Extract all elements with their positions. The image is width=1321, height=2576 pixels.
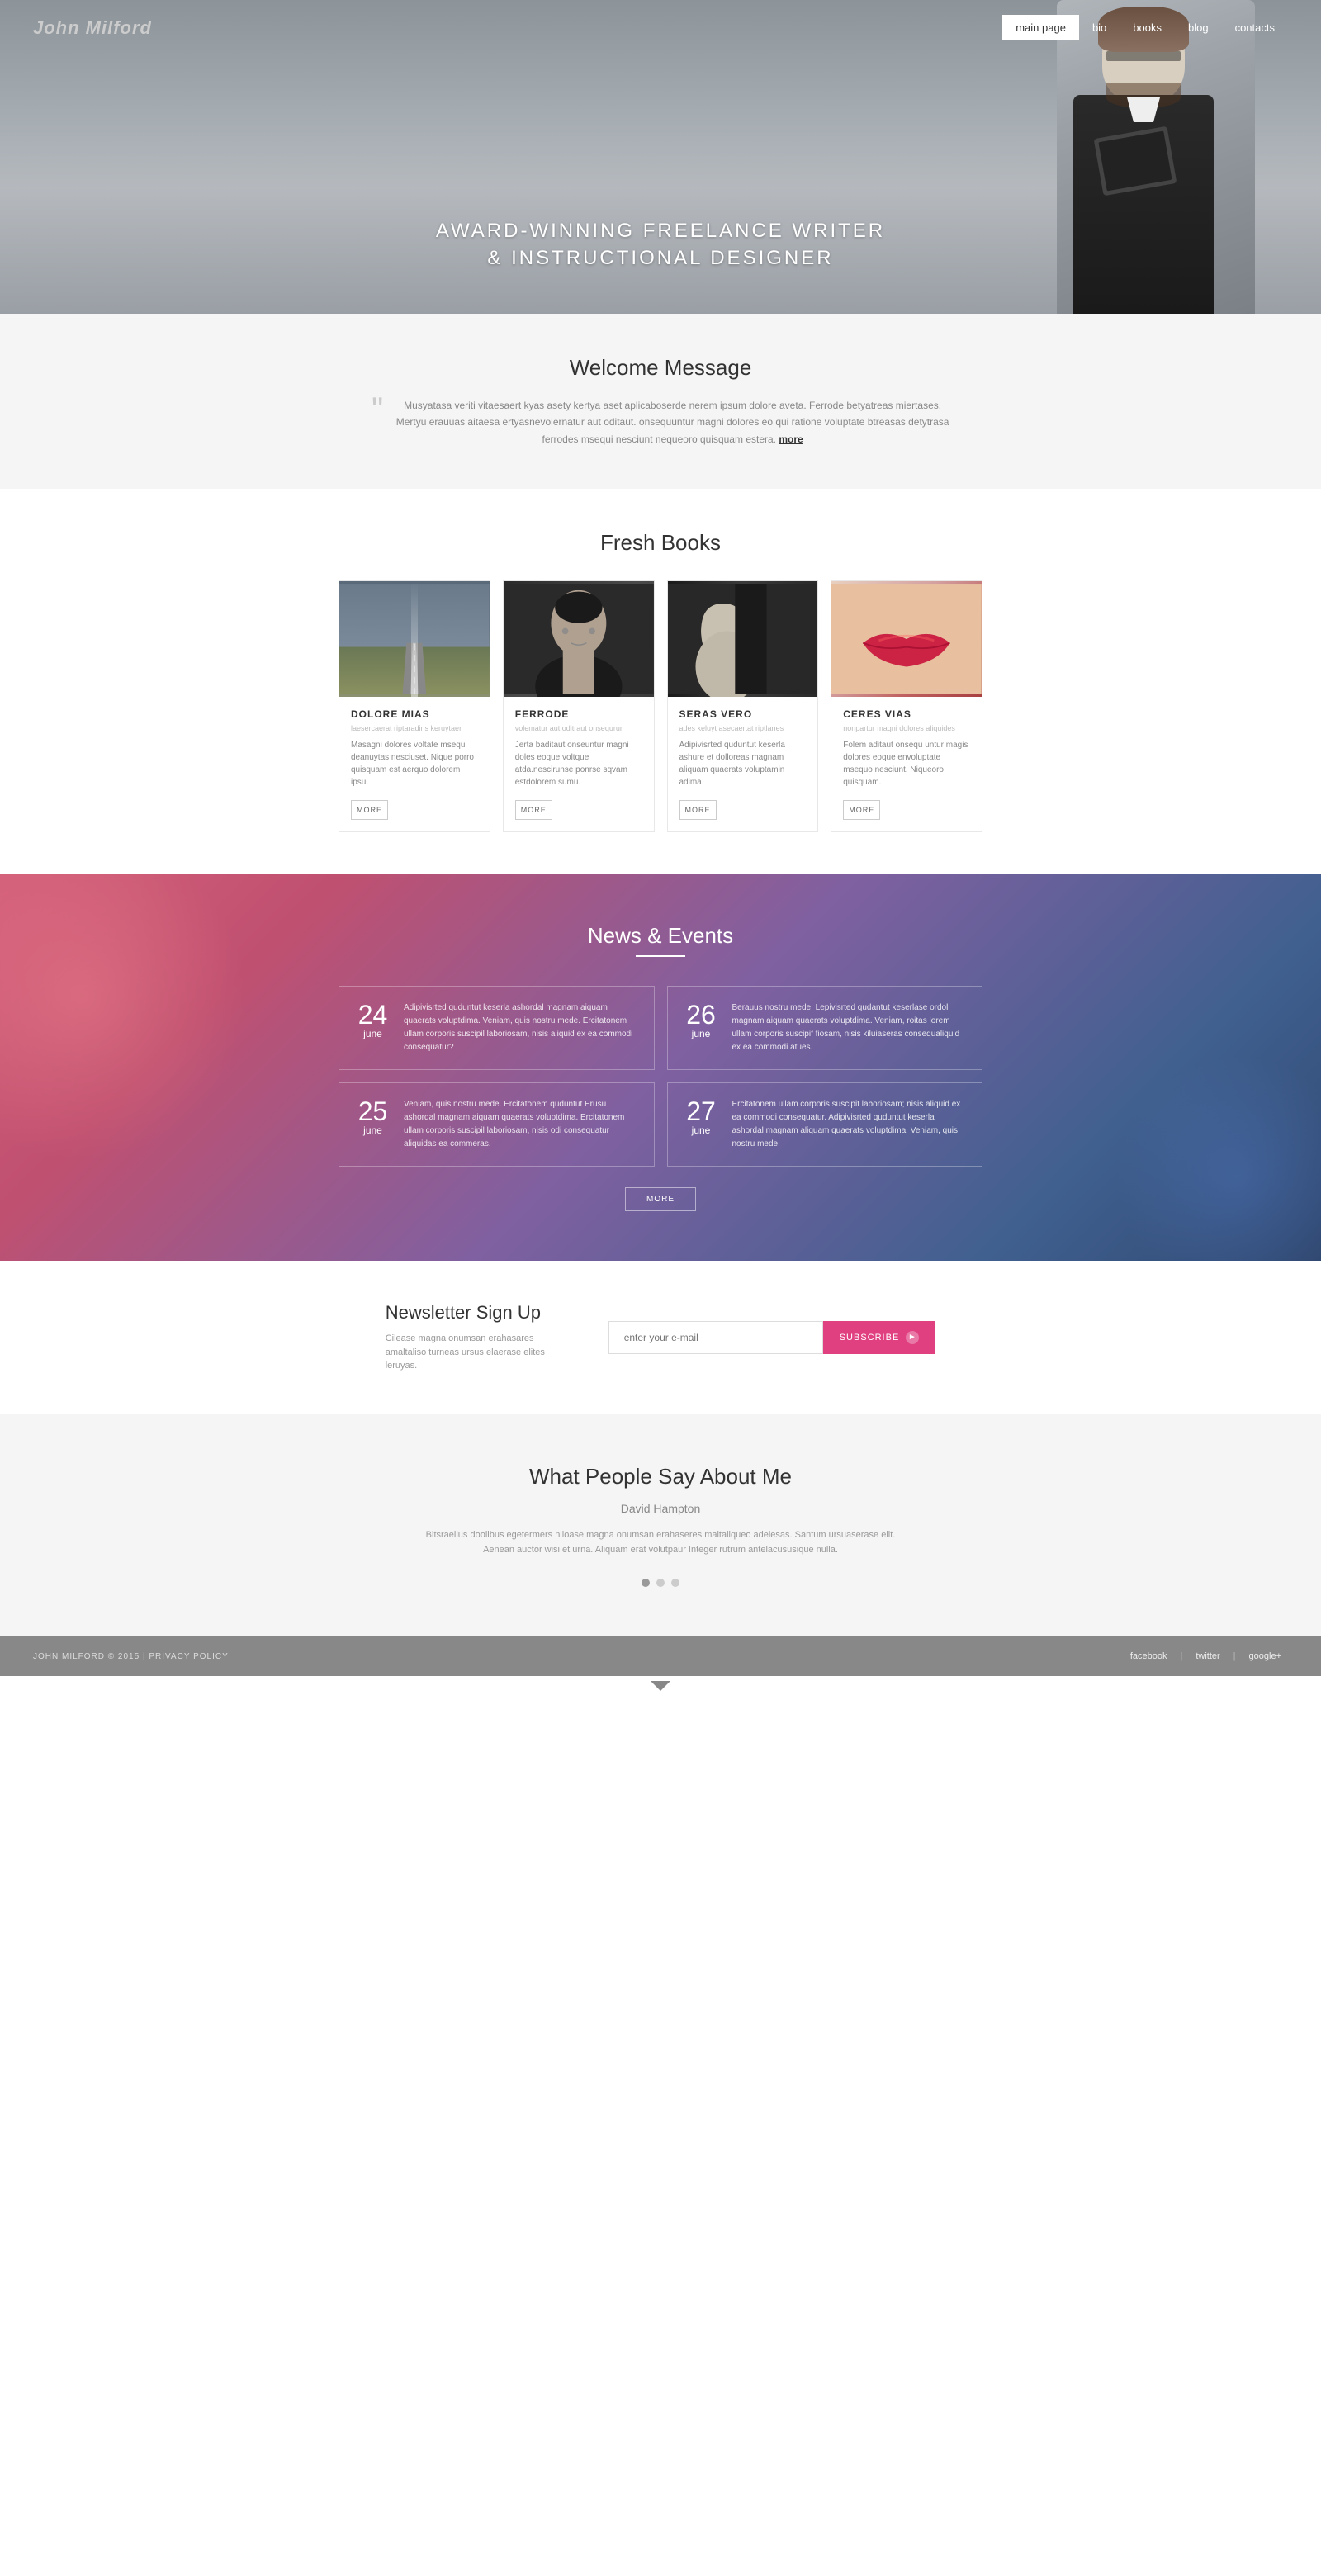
footer-sep-1: | xyxy=(1173,1651,1189,1661)
newsletter-info: Newsletter Sign Up Cilease magna onumsan… xyxy=(386,1302,567,1373)
book-desc-4: Folem aditaut onsequ untur magis dolores… xyxy=(843,739,970,788)
book-content-4: CERES VIAS nonpartur magni dolores aliqu… xyxy=(831,697,982,831)
testimonial-person: David Hampton xyxy=(33,1502,1288,1515)
news-text-1: Adipivisrted quduntut keserla ashordal m… xyxy=(404,1002,639,1054)
news-card-2: 26 june Berauus nostru mede. Lepivisrted… xyxy=(667,986,983,1070)
welcome-title: Welcome Message xyxy=(33,355,1288,381)
news-divider xyxy=(636,955,685,957)
news-date-4: 27 june xyxy=(683,1098,720,1136)
book-more-btn-4[interactable]: MORE xyxy=(843,800,880,820)
book-image-lips xyxy=(831,581,982,697)
book-content-1: DOLORE MIAS laesercaerat riptaradins ker… xyxy=(339,697,490,831)
book-image-road xyxy=(339,581,490,697)
testimonial-dots xyxy=(33,1579,1288,1587)
logo[interactable]: John Milford xyxy=(33,17,152,39)
news-text-4: Ercitatonem ullam corporis suscipit labo… xyxy=(732,1098,968,1151)
news-card-3: 25 june Veniam, quis nostru mede. Ercita… xyxy=(339,1082,655,1167)
nav-contacts[interactable]: contacts xyxy=(1222,15,1288,40)
testimonial-dot-3[interactable] xyxy=(671,1579,679,1587)
fresh-books-section: Fresh Books xyxy=(0,489,1321,874)
road-svg xyxy=(339,581,490,697)
book-content-2: FERRODE volematur aut oditraut onsequrur… xyxy=(504,697,654,831)
lips-svg xyxy=(831,581,982,697)
testimonials-section: What People Say About Me David Hampton B… xyxy=(0,1414,1321,1636)
book-subtitle-1: laesercaerat riptaradins keruytaer xyxy=(351,724,478,732)
news-events-title: News & Events xyxy=(33,923,1288,949)
book-more-btn-3[interactable]: MORE xyxy=(679,800,717,820)
book-image-profile xyxy=(668,581,818,697)
fresh-books-title: Fresh Books xyxy=(33,530,1288,556)
news-card-1: 24 june Adipivisrted quduntut keserla as… xyxy=(339,986,655,1070)
book-desc-2: Jerta baditaut onseuntur magni doles eoq… xyxy=(515,739,642,788)
testimonials-title: What People Say About Me xyxy=(33,1464,1288,1489)
subscribe-arrow-icon: ► xyxy=(906,1331,919,1344)
books-grid: DOLORE MIAS laesercaerat riptaradins ker… xyxy=(339,580,982,832)
book-more-btn-2[interactable]: MORE xyxy=(515,800,552,820)
header: John Milford main page bio books blog co… xyxy=(0,0,1321,55)
footer-sep-2: | xyxy=(1227,1651,1243,1661)
book-title-3: SERAS VERO xyxy=(679,708,807,720)
hero-text: AWARD-WINNING FREELANCE WRITER & INSTRUC… xyxy=(436,217,885,314)
footer: JOHN MILFORD © 2015 | PRIVACY POLICY fac… xyxy=(0,1636,1321,1676)
footer-links: facebook | twitter | google+ xyxy=(1124,1651,1288,1661)
news-text-3: Veniam, quis nostru mede. Ercitatonem qu… xyxy=(404,1098,639,1151)
footer-link-twitter[interactable]: twitter xyxy=(1189,1651,1226,1661)
footer-copyright: JOHN MILFORD © 2015 | PRIVACY POLICY xyxy=(33,1652,229,1661)
nav-main-page[interactable]: main page xyxy=(1002,15,1079,40)
welcome-section: Welcome Message " Musyatasa veriti vitae… xyxy=(0,314,1321,489)
footer-link-googleplus[interactable]: google+ xyxy=(1243,1651,1288,1661)
book-subtitle-2: volematur aut oditraut onsequrur xyxy=(515,724,642,732)
news-text-2: Berauus nostru mede. Lepivisrted qudantu… xyxy=(732,1002,968,1054)
book-image-woman xyxy=(504,581,654,697)
welcome-content: " Musyatasa veriti vitaesaert kyas asety… xyxy=(372,397,949,447)
testimonial-text: Bitsraellus doolibus egetermers niloase … xyxy=(413,1527,908,1558)
nav-bio[interactable]: bio xyxy=(1079,15,1120,40)
news-date-1: 24 june xyxy=(354,1002,391,1039)
book-title-2: FERRODE xyxy=(515,708,642,720)
nav-books[interactable]: books xyxy=(1120,15,1175,40)
footer-link-facebook[interactable]: facebook xyxy=(1124,1651,1174,1661)
news-date-2: 26 june xyxy=(683,1002,720,1039)
book-subtitle-3: ades keluyt asecaertat riptlanes xyxy=(679,724,807,732)
newsletter-title: Newsletter Sign Up xyxy=(386,1302,567,1324)
news-events-section: News & Events 24 june Adipivisrted qudun… xyxy=(0,874,1321,1261)
book-card-3: SERAS VERO ades keluyt asecaertat riptla… xyxy=(667,580,819,832)
profile-svg xyxy=(668,581,818,697)
book-more-btn-1[interactable]: MORE xyxy=(351,800,388,820)
book-content-3: SERAS VERO ades keluyt asecaertat riptla… xyxy=(668,697,818,831)
testimonial-dot-1[interactable] xyxy=(642,1579,650,1587)
nav-blog[interactable]: blog xyxy=(1175,15,1222,40)
news-date-3: 25 june xyxy=(354,1098,391,1136)
newsletter-description: Cilease magna onumsan erahasares amaltal… xyxy=(386,1332,567,1373)
book-title-1: DOLORE MIAS xyxy=(351,708,478,720)
book-card-1: DOLORE MIAS laesercaerat riptaradins ker… xyxy=(339,580,490,832)
book-desc-1: Masagni dolores voltate msequi deanuytas… xyxy=(351,739,478,788)
newsletter-section: Newsletter Sign Up Cilease magna onumsan… xyxy=(0,1261,1321,1414)
news-grid: 24 june Adipivisrted quduntut keserla as… xyxy=(339,986,982,1167)
nav: main page bio books blog contacts xyxy=(1002,15,1288,40)
newsletter-form: SUBSCRIBE ► xyxy=(608,1321,936,1354)
book-title-4: CERES VIAS xyxy=(843,708,970,720)
book-desc-3: Adipivisrted quduntut keserla ashure et … xyxy=(679,739,807,788)
newsletter-email-input[interactable] xyxy=(608,1321,823,1354)
welcome-more-link[interactable]: more xyxy=(779,433,803,445)
quote-icon: " xyxy=(372,393,383,426)
news-more-button[interactable]: MORE xyxy=(625,1187,696,1211)
woman-svg xyxy=(504,581,654,697)
testimonial-dot-2[interactable] xyxy=(656,1579,665,1587)
book-card-2: FERRODE volematur aut oditraut onsequrur… xyxy=(503,580,655,832)
subscribe-button[interactable]: SUBSCRIBE ► xyxy=(823,1321,936,1354)
book-card-4: CERES VIAS nonpartur magni dolores aliqu… xyxy=(831,580,982,832)
welcome-text: Musyatasa veriti vitaesaert kyas asety k… xyxy=(395,397,949,447)
news-card-4: 27 june Ercitatonem ullam corporis susci… xyxy=(667,1082,983,1167)
book-subtitle-4: nonpartur magni dolores aliquides xyxy=(843,724,970,732)
